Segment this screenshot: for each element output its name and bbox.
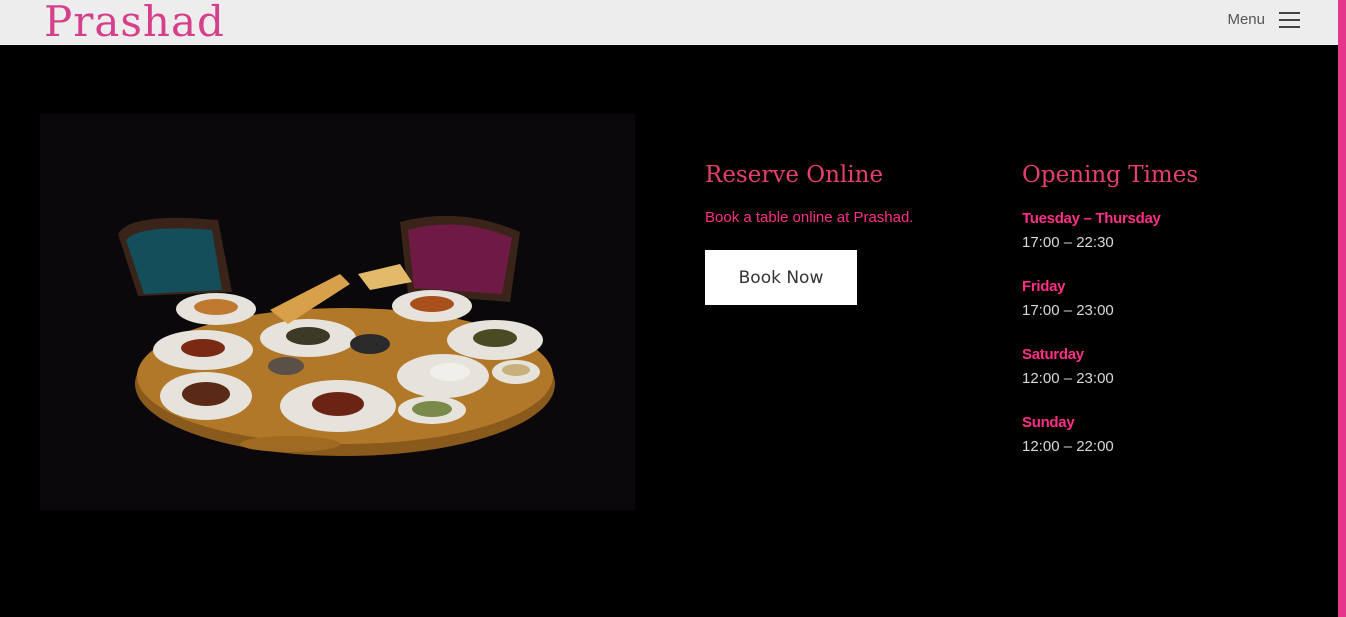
site-header: Prashad Menu [0,0,1338,45]
food-table-illustration [118,215,555,456]
opening-day: Friday 17:00 – 23:00 [1022,276,1282,324]
menu-button[interactable]: Menu [1227,11,1300,28]
reserve-online-section: Reserve Online Book a table online at Pr… [705,160,985,305]
day-hours: 12:00 – 23:00 [1022,370,1114,387]
opening-times-title: Opening Times [1022,162,1199,188]
day-hours: 12:00 – 22:00 [1022,438,1114,455]
opening-day: Sunday 12:00 – 22:00 [1022,412,1282,460]
opening-times-section: Opening Times Tuesday – Thursday 17:00 –… [1022,160,1282,460]
day-hours: 17:00 – 22:30 [1022,234,1114,251]
book-now-button[interactable]: Book Now [705,250,857,305]
site-logo[interactable]: Prashad [44,0,225,45]
reserve-title: Reserve Online [705,162,884,188]
scrollbar[interactable] [1338,0,1346,617]
food-photo [40,114,635,510]
day-name: Sunday [1022,414,1075,431]
opening-day: Saturday 12:00 – 23:00 [1022,344,1282,392]
hamburger-icon [1279,11,1300,28]
menu-label: Menu [1227,11,1265,28]
day-hours: 17:00 – 23:00 [1022,302,1114,319]
day-name: Tuesday – Thursday [1022,210,1161,227]
reserve-description: Book a table online at Prashad. [705,209,914,226]
day-name: Friday [1022,278,1066,295]
day-name: Saturday [1022,346,1084,363]
opening-day: Tuesday – Thursday 17:00 – 22:30 [1022,208,1282,256]
